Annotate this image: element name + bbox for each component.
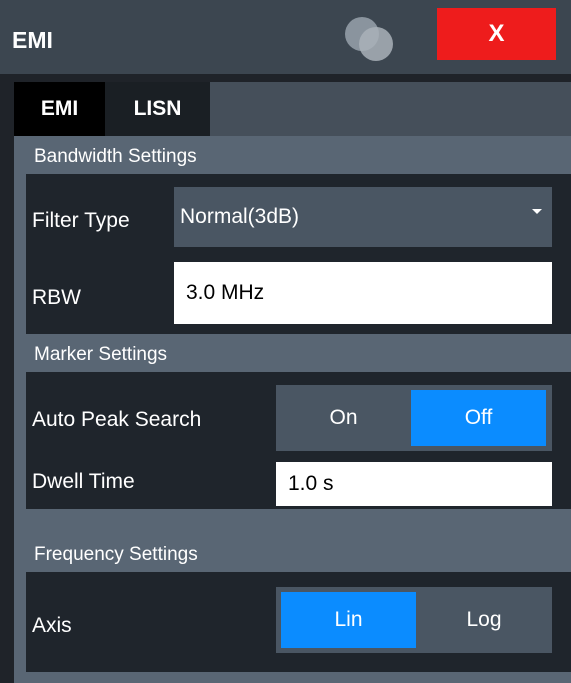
rbw-input[interactable]: 3.0 MHz [174, 262, 552, 324]
close-icon: X [488, 20, 505, 47]
frequency-section-label: Frequency Settings [34, 544, 198, 565]
tab-bar: EMI LISN [14, 82, 571, 136]
auto-peak-search-toggle: On Off [276, 385, 552, 451]
axis-lin-label: Lin [334, 608, 363, 631]
bandwidth-group: Filter Type Normal(3dB) RBW 3.0 MHz [26, 174, 571, 334]
auto-peak-on-button[interactable]: On [276, 385, 411, 451]
auto-peak-off-label: Off [464, 406, 493, 429]
title-bar: EMI X [0, 0, 571, 74]
axis-log-label: Log [466, 608, 502, 631]
tab-emi[interactable]: EMI [14, 82, 105, 136]
rbw-label: RBW [32, 286, 81, 309]
tab-lisn[interactable]: LISN [105, 82, 210, 136]
emi-dialog: EMI X EMI LISN Bandwidth Settings Filter… [0, 0, 571, 683]
marker-section-label: Marker Settings [34, 344, 168, 365]
dwell-time-value: 1.0 s [288, 472, 334, 495]
settings-panel: Bandwidth Settings Filter Type Normal(3d… [14, 136, 571, 683]
close-button[interactable]: X [437, 8, 556, 60]
dwell-time-input[interactable]: 1.0 s [276, 462, 552, 506]
axis-lin-button[interactable]: Lin [281, 592, 416, 648]
auto-peak-search-label: Auto Peak Search [32, 408, 202, 431]
filter-type-dropdown[interactable]: Normal(3dB) [174, 187, 552, 247]
filter-type-label: Filter Type [32, 209, 130, 232]
axis-label: Axis [32, 614, 72, 637]
axis-log-button[interactable]: Log [416, 587, 552, 653]
tab-label: EMI [40, 97, 79, 120]
frequency-group: Axis Lin Log [26, 572, 571, 672]
tab-label: LISN [133, 97, 182, 120]
logo-icon [345, 17, 393, 61]
filter-type-value: Normal(3dB) [180, 205, 300, 228]
chevron-down-icon [532, 209, 542, 214]
auto-peak-on-label: On [329, 406, 358, 429]
marker-group: Auto Peak Search On Off Dwell Time 1.0 s [26, 372, 571, 509]
window-title: EMI [12, 27, 53, 53]
axis-toggle: Lin Log [276, 587, 552, 653]
rbw-value: 3.0 MHz [186, 281, 265, 304]
dwell-time-label: Dwell Time [32, 470, 135, 493]
bandwidth-section-label: Bandwidth Settings [34, 146, 197, 167]
auto-peak-off-button[interactable]: Off [411, 390, 546, 446]
